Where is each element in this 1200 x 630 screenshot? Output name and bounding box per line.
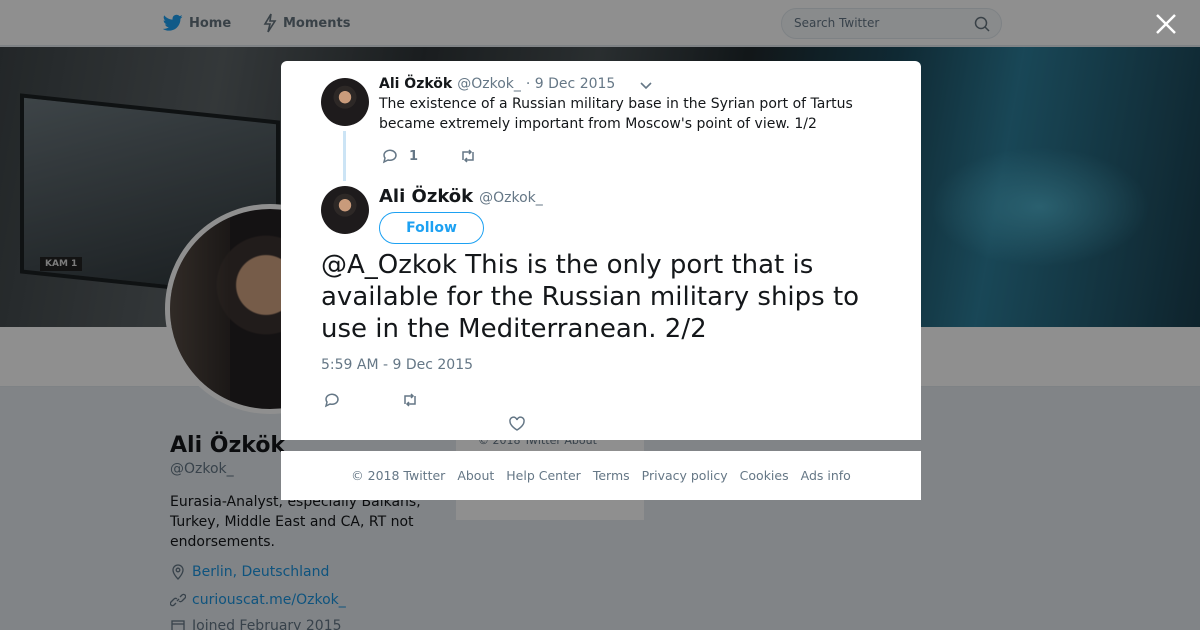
retweet-icon <box>462 149 474 163</box>
footer-link-help-center[interactable]: Help Center <box>506 468 581 483</box>
footer-link-cookies[interactable]: Cookies <box>740 468 789 483</box>
footer-copyright: © 2018 Twitter <box>351 468 446 483</box>
footer-link-ads-info[interactable]: Ads info <box>801 468 851 483</box>
main-tweet-actions <box>323 391 419 409</box>
thread-connector <box>343 131 346 181</box>
tweet-modal: Ali Özkök @Ozkok_ · 9 Dec 2015 The exist… <box>281 61 921 440</box>
parent-tweet-text: The existence of a Russian military base… <box>379 96 853 132</box>
retweet-icon <box>404 393 416 407</box>
parent-tweet-date[interactable]: · 9 Dec 2015 <box>526 76 615 92</box>
footer-link-about[interactable]: About <box>457 468 494 483</box>
main-tweet-header: Ali Özkök @Ozkok_ <box>379 186 543 207</box>
parent-retweet-button[interactable] <box>459 147 477 165</box>
heart-icon[interactable] <box>508 415 526 433</box>
parent-tweet-avatar[interactable] <box>321 78 369 126</box>
footer-link-terms[interactable]: Terms <box>593 468 630 483</box>
close-icon[interactable] <box>1153 11 1179 37</box>
main-retweet-button[interactable] <box>401 391 419 409</box>
parent-tweet-name[interactable]: Ali Özkök <box>379 76 452 92</box>
modal-footer: © 2018 Twitter About Help Center Terms P… <box>281 451 921 500</box>
parent-tweet-actions: 1 <box>381 147 477 165</box>
parent-tweet-header: Ali Özkök @Ozkok_ · 9 Dec 2015 <box>379 76 615 92</box>
main-tweet-avatar[interactable] <box>321 186 369 234</box>
footer-link-privacy-policy[interactable]: Privacy policy <box>642 468 728 483</box>
main-tweet-name[interactable]: Ali Özkök <box>379 186 473 207</box>
parent-reply-count: 1 <box>409 148 419 164</box>
main-reply-button[interactable] <box>323 391 401 409</box>
follow-button[interactable]: Follow <box>379 212 484 244</box>
main-tweet-timestamp[interactable]: 5:59 AM - 9 Dec 2015 <box>321 357 473 373</box>
reply-icon <box>324 393 339 408</box>
parent-reply-button[interactable]: 1 <box>381 147 459 165</box>
main-tweet-handle[interactable]: @Ozkok_ <box>479 190 543 206</box>
chevron-down-icon[interactable] <box>639 79 653 93</box>
reply-icon <box>382 149 397 164</box>
parent-tweet-handle[interactable]: @Ozkok_ <box>457 76 521 92</box>
main-tweet-text: @A_Ozkok This is the only port that is a… <box>321 250 860 344</box>
